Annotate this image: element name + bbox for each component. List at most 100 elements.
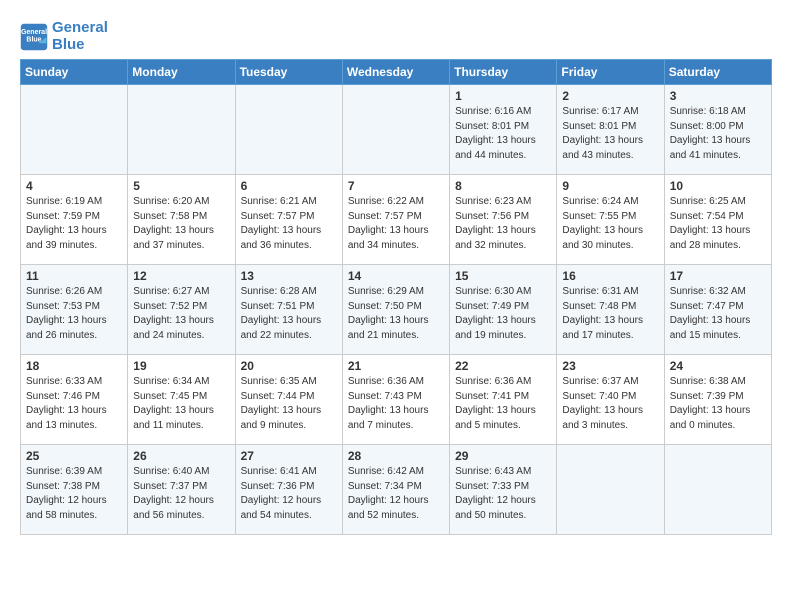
day-info: Sunrise: 6:22 AM Sunset: 7:57 PM Dayligh…	[348, 195, 444, 253]
day-number: 16	[562, 269, 658, 283]
day-cell	[128, 85, 235, 175]
day-info: Sunrise: 6:37 AM Sunset: 7:40 PM Dayligh…	[562, 375, 658, 433]
day-number: 18	[26, 359, 122, 373]
day-cell: 6 Sunrise: 6:21 AM Sunset: 7:57 PM Daylig…	[235, 175, 342, 265]
day-number: 13	[241, 269, 337, 283]
day-number: 17	[670, 269, 766, 283]
day-info: Sunrise: 6:16 AM Sunset: 8:01 PM Dayligh…	[455, 105, 551, 163]
day-info: Sunrise: 6:26 AM Sunset: 7:53 PM Dayligh…	[26, 285, 122, 343]
day-info: Sunrise: 6:32 AM Sunset: 7:47 PM Dayligh…	[670, 285, 766, 343]
day-info: Sunrise: 6:36 AM Sunset: 7:41 PM Dayligh…	[455, 375, 551, 433]
week-row-4: 25Sunrise: 6:39 AM Sunset: 7:38 PM Dayli…	[21, 445, 772, 535]
week-row-3: 18 Sunrise: 6:33 AM Sunset: 7:46 PM Dayli…	[21, 355, 772, 445]
day-cell: 2Sunrise: 6:17 AM Sunset: 8:01 PM Daylig…	[557, 85, 664, 175]
day-info: Sunrise: 6:43 AM Sunset: 7:33 PM Dayligh…	[455, 465, 551, 523]
week-row-2: 11 Sunrise: 6:26 AM Sunset: 7:53 PM Dayli…	[21, 265, 772, 355]
day-number: 1	[455, 89, 551, 103]
day-cell: 29 Sunrise: 6:43 AM Sunset: 7:33 PM Dayli…	[450, 445, 557, 535]
day-number: 14	[348, 269, 444, 283]
day-cell: 10 Sunrise: 6:25 AM Sunset: 7:54 PM Dayli…	[664, 175, 771, 265]
col-header-friday: Friday	[557, 60, 664, 85]
day-info: Sunrise: 6:40 AM Sunset: 7:37 PM Dayligh…	[133, 465, 229, 523]
col-header-wednesday: Wednesday	[342, 60, 449, 85]
day-cell: 13 Sunrise: 6:28 AM Sunset: 7:51 PM Dayli…	[235, 265, 342, 355]
day-number: 6	[241, 179, 337, 193]
day-info: Sunrise: 6:41 AM Sunset: 7:36 PM Dayligh…	[241, 465, 337, 523]
day-cell	[235, 85, 342, 175]
day-cell	[557, 445, 664, 535]
day-cell	[664, 445, 771, 535]
day-cell: 24Sunrise: 6:38 AM Sunset: 7:39 PM Dayli…	[664, 355, 771, 445]
week-row-1: 4 Sunrise: 6:19 AM Sunset: 7:59 PM Daylig…	[21, 175, 772, 265]
day-number: 8	[455, 179, 551, 193]
day-number: 2	[562, 89, 658, 103]
day-cell: 19 Sunrise: 6:34 AM Sunset: 7:45 PM Dayli…	[128, 355, 235, 445]
day-info: Sunrise: 6:25 AM Sunset: 7:54 PM Dayligh…	[670, 195, 766, 253]
header: General Blue General Blue	[20, 16, 772, 53]
day-number: 10	[670, 179, 766, 193]
day-cell: 14 Sunrise: 6:29 AM Sunset: 7:50 PM Dayli…	[342, 265, 449, 355]
day-number: 24	[670, 359, 766, 373]
day-info: Sunrise: 6:28 AM Sunset: 7:51 PM Dayligh…	[241, 285, 337, 343]
day-cell	[342, 85, 449, 175]
day-info: Sunrise: 6:20 AM Sunset: 7:58 PM Dayligh…	[133, 195, 229, 253]
day-cell: 4 Sunrise: 6:19 AM Sunset: 7:59 PM Daylig…	[21, 175, 128, 265]
day-number: 27	[241, 449, 337, 463]
day-info: Sunrise: 6:24 AM Sunset: 7:55 PM Dayligh…	[562, 195, 658, 253]
day-number: 11	[26, 269, 122, 283]
col-header-sunday: Sunday	[21, 60, 128, 85]
day-info: Sunrise: 6:42 AM Sunset: 7:34 PM Dayligh…	[348, 465, 444, 523]
day-cell: 25Sunrise: 6:39 AM Sunset: 7:38 PM Dayli…	[21, 445, 128, 535]
day-number: 25	[26, 449, 122, 463]
logo-text2: Blue	[52, 37, 108, 54]
day-cell: 26 Sunrise: 6:40 AM Sunset: 7:37 PM Dayli…	[128, 445, 235, 535]
svg-text:Blue: Blue	[26, 36, 41, 43]
day-cell: 27 Sunrise: 6:41 AM Sunset: 7:36 PM Dayli…	[235, 445, 342, 535]
day-cell: 16 Sunrise: 6:31 AM Sunset: 7:48 PM Dayli…	[557, 265, 664, 355]
logo-text: General	[52, 20, 108, 37]
day-info: Sunrise: 6:34 AM Sunset: 7:45 PM Dayligh…	[133, 375, 229, 433]
col-header-tuesday: Tuesday	[235, 60, 342, 85]
day-number: 5	[133, 179, 229, 193]
day-cell	[21, 85, 128, 175]
day-cell: 7 Sunrise: 6:22 AM Sunset: 7:57 PM Daylig…	[342, 175, 449, 265]
day-number: 29	[455, 449, 551, 463]
day-cell: 15 Sunrise: 6:30 AM Sunset: 7:49 PM Dayli…	[450, 265, 557, 355]
day-number: 15	[455, 269, 551, 283]
day-info: Sunrise: 6:30 AM Sunset: 7:49 PM Dayligh…	[455, 285, 551, 343]
day-number: 7	[348, 179, 444, 193]
day-info: Sunrise: 6:31 AM Sunset: 7:48 PM Dayligh…	[562, 285, 658, 343]
day-info: Sunrise: 6:29 AM Sunset: 7:50 PM Dayligh…	[348, 285, 444, 343]
day-number: 3	[670, 89, 766, 103]
day-cell: 11 Sunrise: 6:26 AM Sunset: 7:53 PM Dayli…	[21, 265, 128, 355]
day-number: 12	[133, 269, 229, 283]
day-cell: 12 Sunrise: 6:27 AM Sunset: 7:52 PM Dayli…	[128, 265, 235, 355]
day-info: Sunrise: 6:21 AM Sunset: 7:57 PM Dayligh…	[241, 195, 337, 253]
day-info: Sunrise: 6:33 AM Sunset: 7:46 PM Dayligh…	[26, 375, 122, 433]
day-number: 19	[133, 359, 229, 373]
day-number: 22	[455, 359, 551, 373]
day-cell: 28 Sunrise: 6:42 AM Sunset: 7:34 PM Dayli…	[342, 445, 449, 535]
day-number: 4	[26, 179, 122, 193]
day-number: 23	[562, 359, 658, 373]
day-cell: 18 Sunrise: 6:33 AM Sunset: 7:46 PM Dayli…	[21, 355, 128, 445]
day-info: Sunrise: 6:23 AM Sunset: 7:56 PM Dayligh…	[455, 195, 551, 253]
logo-icon: General Blue	[20, 23, 48, 51]
day-cell: 9 Sunrise: 6:24 AM Sunset: 7:55 PM Daylig…	[557, 175, 664, 265]
col-header-thursday: Thursday	[450, 60, 557, 85]
day-number: 21	[348, 359, 444, 373]
day-number: 20	[241, 359, 337, 373]
col-header-saturday: Saturday	[664, 60, 771, 85]
calendar-table: SundayMondayTuesdayWednesdayThursdayFrid…	[20, 59, 772, 535]
day-info: Sunrise: 6:27 AM Sunset: 7:52 PM Dayligh…	[133, 285, 229, 343]
col-header-monday: Monday	[128, 60, 235, 85]
day-info: Sunrise: 6:18 AM Sunset: 8:00 PM Dayligh…	[670, 105, 766, 163]
day-info: Sunrise: 6:19 AM Sunset: 7:59 PM Dayligh…	[26, 195, 122, 253]
day-cell: 1 Sunrise: 6:16 AM Sunset: 8:01 PM Daylig…	[450, 85, 557, 175]
day-number: 9	[562, 179, 658, 193]
day-cell: 21Sunrise: 6:36 AM Sunset: 7:43 PM Dayli…	[342, 355, 449, 445]
day-cell: 8 Sunrise: 6:23 AM Sunset: 7:56 PM Daylig…	[450, 175, 557, 265]
day-number: 28	[348, 449, 444, 463]
day-number: 26	[133, 449, 229, 463]
header-row: SundayMondayTuesdayWednesdayThursdayFrid…	[21, 60, 772, 85]
